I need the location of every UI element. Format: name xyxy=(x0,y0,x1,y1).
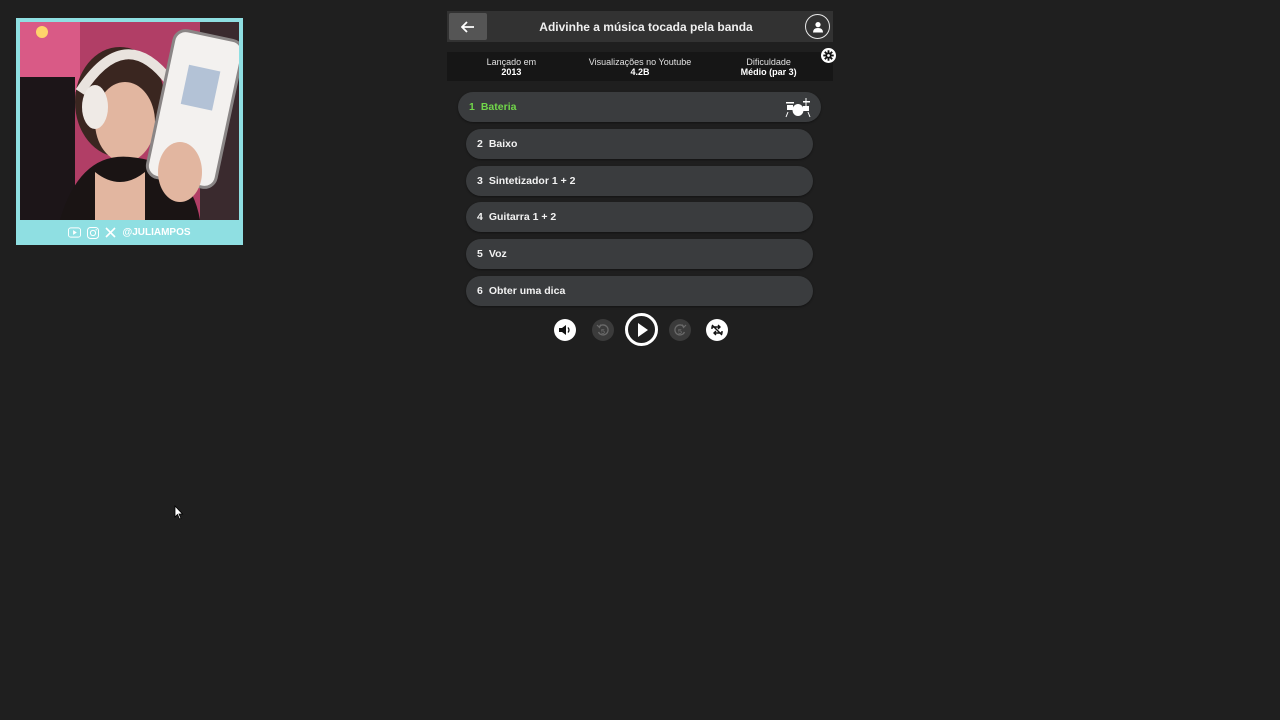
page-title: Adivinhe a música tocada pela banda xyxy=(539,19,753,34)
game-header: Adivinhe a música tocada pela banda xyxy=(447,11,833,42)
track-number: 6 xyxy=(477,285,483,297)
track-label: Obter uma dica xyxy=(488,285,566,297)
x-icon xyxy=(104,227,117,238)
track-vocals[interactable]: 5 Voz xyxy=(466,239,813,269)
playback-controls: 5 5 xyxy=(553,313,733,346)
track-number: 3 xyxy=(477,175,483,187)
stat-views: Visualizações no Youtube 4.2B xyxy=(576,57,705,77)
drum-kit-icon xyxy=(785,98,811,118)
stat-label: Visualizações no Youtube xyxy=(588,56,692,67)
webcam-handle: @JULIAMPOS xyxy=(122,227,191,238)
play-button[interactable] xyxy=(625,313,658,346)
profile-button[interactable] xyxy=(805,14,830,39)
stat-label: Dificuldade xyxy=(746,56,791,67)
track-synth[interactable]: 3 Sintetizador 1 + 2 xyxy=(466,166,813,196)
back-button[interactable] xyxy=(449,13,487,40)
arrow-left-icon xyxy=(461,20,474,33)
forward-seconds: 5 xyxy=(678,328,682,336)
gear-icon xyxy=(823,50,834,61)
stat-value: 2013 xyxy=(501,66,522,77)
volume-button[interactable] xyxy=(554,319,576,341)
track-hint[interactable]: 6 Obter uma dica xyxy=(466,276,813,306)
loop-toggle-button[interactable] xyxy=(706,319,728,341)
webcam-video xyxy=(20,22,239,220)
track-number: 4 xyxy=(477,211,483,223)
track-number: 5 xyxy=(477,248,483,260)
stat-value: 4.2B xyxy=(630,66,650,77)
user-icon xyxy=(812,21,823,32)
stat-label: Lançado em xyxy=(486,56,537,67)
track-number: 2 xyxy=(477,138,483,150)
settings-button[interactable] xyxy=(821,48,836,63)
speaker-icon xyxy=(559,325,570,335)
rewind-seconds: 5 xyxy=(601,328,605,336)
repeat-off-icon xyxy=(711,324,723,336)
stat-release: Lançado em 2013 xyxy=(447,57,576,77)
play-icon xyxy=(637,322,648,337)
song-stats: Lançado em 2013 Visualizações no Youtube… xyxy=(447,52,833,81)
track-label: Bateria xyxy=(480,101,517,113)
track-label: Guitarra 1 + 2 xyxy=(488,211,557,223)
track-label: Sintetizador 1 + 2 xyxy=(488,175,576,187)
track-guitar[interactable]: 4 Guitarra 1 + 2 xyxy=(466,202,813,232)
track-number: 1 xyxy=(469,101,475,113)
webcam-social-bar: @JULIAMPOS xyxy=(18,222,241,243)
track-bass[interactable]: 2 Baixo xyxy=(466,129,813,159)
stat-difficulty: Dificuldade Médio (par 3) xyxy=(704,57,833,77)
mouse-cursor-icon xyxy=(174,505,184,520)
track-label: Voz xyxy=(488,248,507,260)
stat-value: Médio (par 3) xyxy=(740,66,797,77)
track-label: Baixo xyxy=(488,138,518,150)
rewind-5-button[interactable]: 5 xyxy=(592,319,614,341)
forward-5-button[interactable]: 5 xyxy=(669,319,691,341)
webcam-overlay: @JULIAMPOS xyxy=(16,18,243,245)
youtube-icon xyxy=(68,227,82,238)
instagram-icon xyxy=(86,226,99,239)
track-drums[interactable]: 1 Bateria xyxy=(458,92,821,122)
